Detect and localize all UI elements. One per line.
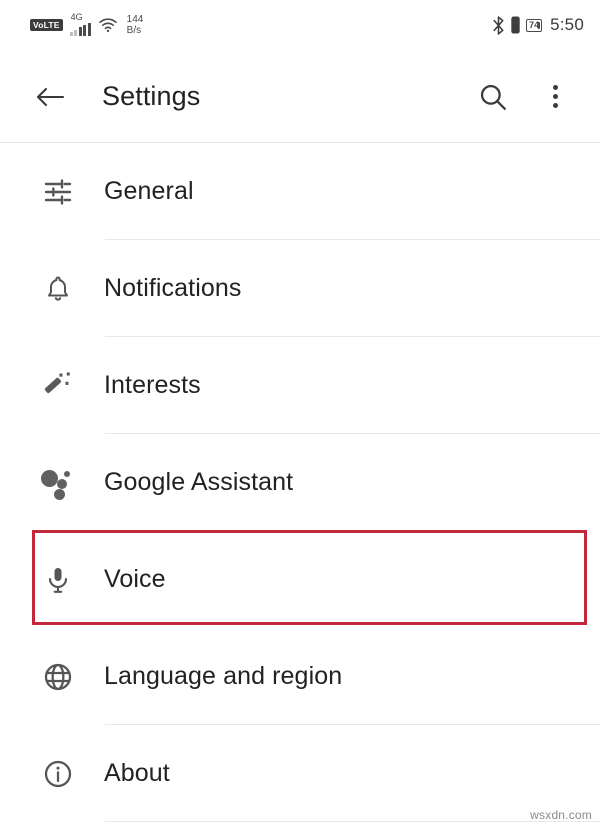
network-type-label: 4G <box>70 12 83 22</box>
status-bar-left: VoLTE 4G 144 B/s <box>16 12 492 37</box>
list-item-general[interactable]: General <box>0 143 600 240</box>
back-arrow-icon[interactable] <box>28 75 72 119</box>
list-item-notifications[interactable]: Notifications <box>0 240 600 337</box>
vibrate-icon <box>511 16 520 34</box>
info-circle-icon <box>36 752 80 796</box>
list-item-label: Interests <box>104 371 201 399</box>
overflow-menu-icon[interactable] <box>532 74 578 120</box>
status-bar: VoLTE 4G 144 B/s 74 5:50 <box>0 0 600 50</box>
signal-bars-glyph <box>69 23 91 36</box>
bluetooth-icon <box>492 15 505 35</box>
list-divider <box>105 821 600 822</box>
tune-sliders-icon <box>36 170 80 214</box>
status-bar-right: 74 5:50 <box>492 15 584 35</box>
wifi-icon <box>98 17 118 33</box>
google-assistant-icon <box>36 461 80 505</box>
bell-icon <box>36 267 80 311</box>
list-item-voice[interactable]: Voice <box>0 531 600 628</box>
page-title: Settings <box>102 81 201 111</box>
signal-bars-icon: 4G <box>69 12 91 36</box>
status-bar-clock: 5:50 <box>550 15 584 34</box>
watermark: wsxdn.com <box>530 808 592 822</box>
list-item-label: About <box>104 759 170 787</box>
app-bar: Settings <box>0 50 600 143</box>
list-item-label: Voice <box>104 565 166 593</box>
list-item-label: General <box>104 177 194 205</box>
battery-indicator: 74 <box>526 18 543 32</box>
globe-icon <box>36 655 80 699</box>
data-speed-value: 144 <box>126 13 144 25</box>
list-item-label: Google Assistant <box>104 468 294 496</box>
list-item-label: Language and region <box>104 662 343 690</box>
list-item-language-and-region[interactable]: Language and region <box>0 628 600 725</box>
search-icon[interactable] <box>470 74 516 120</box>
magic-wand-icon <box>36 364 80 408</box>
microphone-icon <box>36 558 80 602</box>
data-speed-indicator: 144 B/s <box>127 14 144 37</box>
list-item-google-assistant[interactable]: Google Assistant <box>0 434 600 531</box>
phone-screen: VoLTE 4G 144 B/s 74 5:50 Settings Genera… <box>0 0 600 828</box>
data-speed-unit: B/s <box>126 25 142 36</box>
battery-cap <box>538 21 541 29</box>
volte-badge: VoLTE <box>30 18 63 32</box>
list-item-label: Notifications <box>104 274 242 302</box>
settings-list: General Notifications Interests Google A… <box>0 143 600 822</box>
list-item-interests[interactable]: Interests <box>0 337 600 434</box>
list-item-about[interactable]: About <box>0 725 600 822</box>
